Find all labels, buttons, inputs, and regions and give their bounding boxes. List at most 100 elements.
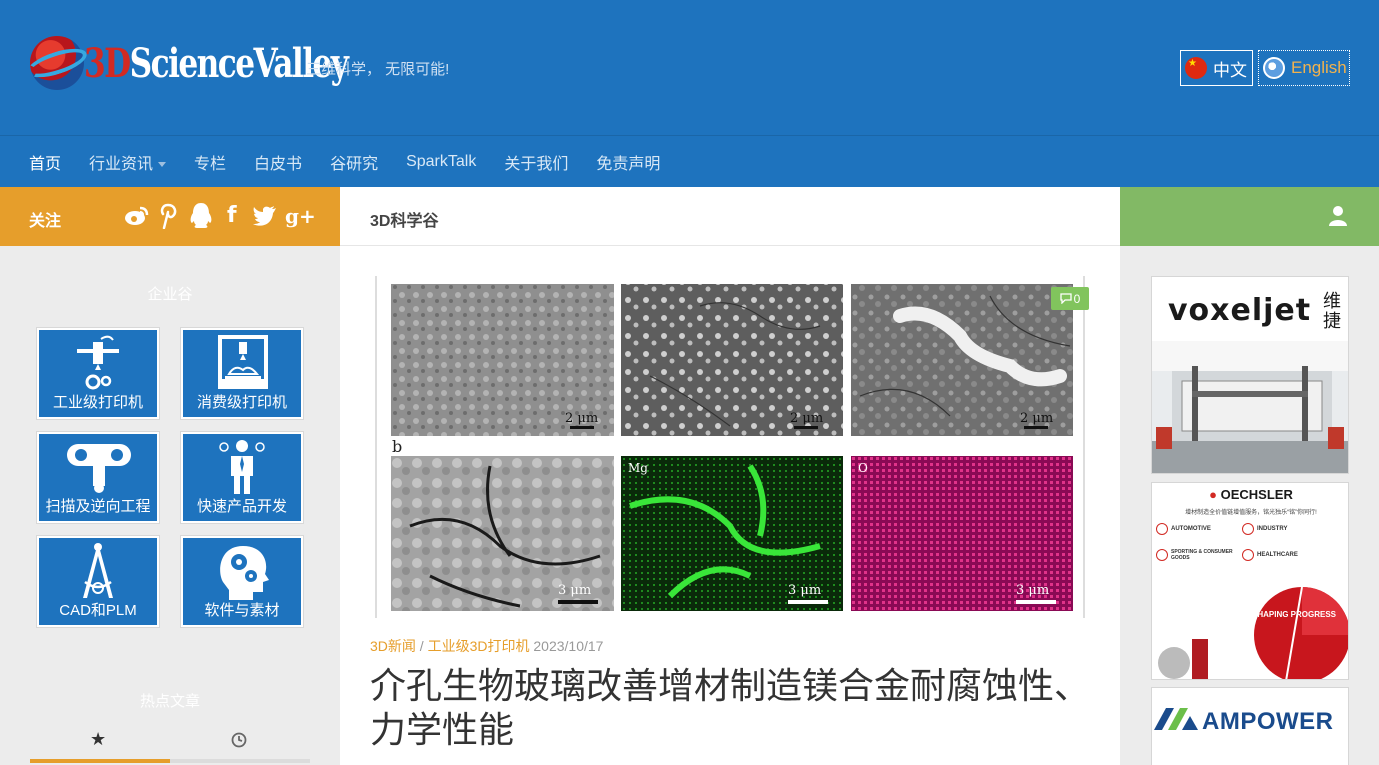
comment-count-badge[interactable]: 0: [1051, 287, 1089, 310]
tile-label: 扫描及逆向工程: [45, 498, 151, 515]
ad-oechsler[interactable]: ● OECHSLER 增材制造全价值链增值服务，铭光独乐“铭”你同行! AUTO…: [1151, 482, 1349, 680]
businessman-icon: [219, 440, 265, 494]
tabs-indicator: [30, 759, 310, 763]
clock-icon[interactable]: [231, 732, 247, 748]
map-label: Mg: [628, 461, 648, 475]
ad-item-label: INDUSTRY: [1257, 526, 1288, 532]
follow-label: 关注: [29, 213, 62, 230]
scale-label: 2 μm: [1020, 411, 1053, 426]
tile-label: 消费级打印机: [196, 394, 287, 411]
tile-software[interactable]: 软件与素材: [181, 536, 303, 627]
ad-item-healthcare: HEALTHCARE: [1242, 549, 1298, 561]
ad-ampower[interactable]: AMPOWER: [1151, 687, 1349, 765]
ad-brand-cn: 维捷: [1323, 291, 1341, 331]
user-bar: [1120, 187, 1379, 246]
post-category-link[interactable]: 3D新闻: [370, 638, 416, 654]
scale-label: 3 μm: [788, 583, 821, 598]
tile-cad-plm[interactable]: CAD和PLM: [37, 536, 159, 627]
industrial-printer-icon: [77, 335, 119, 390]
tile-label: CAD和PLM: [59, 602, 137, 619]
ad-item-industry: INDUSTRY: [1242, 523, 1287, 535]
nav-item-about[interactable]: 关于我们: [504, 150, 568, 174]
section-title-companies: 企业谷: [147, 286, 193, 303]
star-icon[interactable]: ★: [90, 729, 106, 750]
nav-item-home[interactable]: 首页: [29, 150, 61, 174]
ad-voxeljet[interactable]: voxeljet 维捷: [1151, 276, 1349, 474]
nav-item-news[interactable]: 行业资讯: [89, 150, 167, 174]
post-meta: 3D新闻 / 工业级3D打印机 2023/10/17: [370, 636, 603, 656]
china-flag-icon: [1185, 57, 1207, 79]
post-category-link[interactable]: 工业级3D打印机: [428, 638, 530, 654]
ad-brand-text: OECHSLER: [1220, 487, 1293, 502]
globe-icon: [1263, 57, 1285, 79]
automotive-icon: [1156, 523, 1168, 535]
tabs-indicator-active: [30, 759, 170, 763]
site-header: 3DScienceValley 三维科学， 无限可能! 中文 English: [0, 0, 1379, 135]
ad-tagline: SHAPING PROGRESS: [1252, 610, 1337, 619]
site-tagline: 三维科学， 无限可能!: [306, 61, 450, 78]
section-title-hot: 热点文章: [139, 693, 200, 710]
lang-english-label: English: [1291, 58, 1347, 77]
ad-brand: voxeljet: [1168, 293, 1312, 328]
nav-item-sparktalk[interactable]: SparkTalk: [406, 153, 476, 171]
ad-item-sporting: SPORTING & CONSUMER GOODS: [1156, 549, 1236, 561]
industry-icon: [1242, 523, 1254, 535]
tile-label: 快速产品开发: [196, 498, 287, 515]
scanner-icon: [67, 444, 131, 493]
panel-label: b: [392, 437, 402, 456]
ad-brand: AMPOWER: [1202, 708, 1334, 735]
twitter-icon[interactable]: [253, 206, 277, 226]
scale-label: 2 μm: [565, 411, 598, 426]
scale-label: 3 μm: [1016, 583, 1049, 598]
nav-item-column[interactable]: 专栏: [194, 150, 226, 174]
map-label: O: [858, 461, 868, 475]
comment-count: 0: [1073, 291, 1081, 306]
main-header: 3D科学谷: [340, 187, 1120, 246]
qq-icon[interactable]: [188, 202, 214, 230]
weibo-icon[interactable]: [124, 205, 150, 227]
post-title[interactable]: 介孔生物玻璃改善增材制造镁合金耐腐蚀性、力学性能: [370, 664, 1090, 752]
facebook-icon[interactable]: f: [227, 202, 237, 230]
scale-label: 3 μm: [558, 583, 591, 598]
ad-item-label: HEALTHCARE: [1257, 552, 1298, 558]
ad-red-sphere: [1158, 586, 1348, 679]
tile-industrial-printer[interactable]: 工业级打印机: [37, 328, 159, 419]
site-logo[interactable]: 3DScienceValley: [24, 34, 349, 96]
follow-bar: 关注 f g+: [0, 187, 340, 246]
ad-item-label: SPORTING & CONSUMER GOODS: [1171, 549, 1233, 561]
ad-brand: ● OECHSLER: [1152, 487, 1348, 502]
healthcare-icon: [1242, 549, 1254, 561]
meta-separator: /: [419, 638, 424, 654]
google-plus-icon[interactable]: g+: [285, 202, 316, 230]
nav-item-research[interactable]: 谷研究: [330, 150, 378, 174]
ampower-logo-icon: [1154, 708, 1198, 730]
nav-item-whitepaper[interactable]: 白皮书: [254, 150, 302, 174]
tile-rapid-product[interactable]: 快速产品开发: [181, 432, 303, 523]
lang-chinese-button[interactable]: 中文: [1180, 50, 1253, 86]
ad-slogan: 增材制造全价值链增值服务，铭光独乐“铭”你同行!: [1185, 510, 1317, 516]
left-sidebar: 企业谷 工业级打印机 消费级打印机 扫描及逆向工程 快速产品开发 CAD和PLM…: [0, 246, 340, 765]
user-icon[interactable]: [1328, 205, 1348, 227]
nav-item-disclaimer[interactable]: 免责声明: [596, 150, 660, 174]
tile-label: 软件与素材: [204, 602, 280, 619]
scale-label: 2 μm: [790, 411, 823, 426]
desktop-printer-icon: [218, 335, 268, 389]
tile-label: 工业级打印机: [52, 394, 143, 411]
main-nav: 首页 行业资讯 专栏 白皮书 谷研究 SparkTalk 关于我们 免责声明: [0, 135, 1379, 187]
oechsler-dot-icon: ●: [1209, 487, 1217, 502]
ad-photo-printer: [1152, 341, 1348, 473]
pinterest-icon[interactable]: [159, 203, 179, 229]
lang-chinese-label: 中文: [1213, 60, 1247, 80]
caret-down-icon: [158, 161, 167, 167]
featured-image[interactable]: 2 μm 2 μm 2 μm b Mg O 3 μm 3 μm 3 μm: [370, 276, 1090, 618]
lang-english-button[interactable]: English: [1258, 50, 1350, 86]
nav-item-news-label: 行业资讯: [89, 155, 154, 173]
tile-desktop-printer[interactable]: 消费级打印机: [181, 328, 303, 419]
ad-item-automotive: AUTOMOTIVE: [1156, 523, 1211, 535]
sporting-icon: [1156, 549, 1168, 561]
post-date: 2023/10/17: [533, 638, 604, 654]
logo-text-3d: 3D: [84, 40, 131, 87]
ad-item-label: AUTOMOTIVE: [1171, 526, 1211, 532]
comment-icon: [1060, 293, 1072, 304]
tile-scanner[interactable]: 扫描及逆向工程: [37, 432, 159, 523]
